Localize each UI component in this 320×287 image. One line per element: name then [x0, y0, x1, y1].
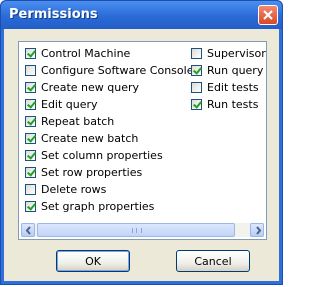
arrow-left-icon — [25, 226, 31, 235]
permission-label: Control Machine — [41, 46, 131, 60]
permissions-dialog: Permissions Control Machine Configure So… — [0, 0, 283, 285]
close-button[interactable] — [258, 5, 278, 25]
permission-item-run-tests[interactable]: Run tests — [191, 96, 258, 112]
checkbox[interactable] — [25, 166, 36, 178]
permission-label: Set graph properties — [41, 199, 155, 213]
title-bar[interactable]: Permissions — [1, 1, 282, 29]
permission-label: Create new query — [41, 80, 140, 94]
grip-icon — [132, 228, 142, 233]
permission-label: Configure Software Console — [41, 63, 194, 77]
permission-item-control-machine[interactable]: Control Machine — [25, 45, 130, 61]
scroll-right-button[interactable] — [250, 223, 264, 237]
permission-label: Create new batch — [41, 131, 139, 145]
checkbox[interactable] — [25, 115, 36, 127]
permission-label: Edit query — [41, 97, 98, 111]
permission-item-set-row-properties[interactable]: Set row properties — [25, 164, 142, 180]
dialog-body: Control Machine Configure Software Conso… — [4, 29, 279, 281]
permission-item-edit-query[interactable]: Edit query — [25, 96, 98, 112]
permission-label: Supervisor — [207, 46, 266, 60]
checkbox[interactable] — [25, 81, 36, 93]
checkbox[interactable] — [25, 149, 36, 161]
permission-label: Run query — [207, 63, 264, 77]
permission-item-set-column-properties[interactable]: Set column properties — [25, 147, 163, 163]
close-icon — [263, 10, 273, 20]
permission-label: Delete rows — [41, 182, 107, 196]
permission-label: Set row properties — [41, 165, 143, 179]
checkbox[interactable] — [25, 98, 36, 110]
permission-label: Run tests — [207, 97, 259, 111]
horizontal-scrollbar[interactable] — [21, 223, 264, 237]
permission-item-repeat-batch[interactable]: Repeat batch — [25, 113, 114, 129]
checkbox[interactable] — [191, 64, 202, 76]
checkbox[interactable] — [25, 132, 36, 144]
permission-item-create-new-batch[interactable]: Create new batch — [25, 130, 138, 146]
checkbox[interactable] — [191, 47, 202, 59]
checkbox[interactable] — [25, 183, 36, 195]
permission-label: Set column properties — [41, 148, 163, 162]
scroll-left-button[interactable] — [21, 223, 35, 237]
permission-item-delete-rows[interactable]: Delete rows — [25, 181, 106, 197]
checkbox[interactable] — [191, 98, 202, 110]
permission-label: Edit tests — [207, 80, 259, 94]
checkbox[interactable] — [25, 47, 36, 59]
checkbox[interactable] — [191, 81, 202, 93]
checkbox[interactable] — [25, 64, 36, 76]
ok-button[interactable]: OK — [56, 250, 130, 272]
checkbox[interactable] — [25, 200, 36, 212]
permission-item-create-new-query[interactable]: Create new query — [25, 79, 139, 95]
arrow-right-icon — [256, 226, 262, 235]
permission-item-run-query[interactable]: Run query — [191, 62, 263, 78]
cancel-button[interactable]: Cancel — [176, 250, 250, 272]
permissions-list: Control Machine Configure Software Conso… — [18, 41, 267, 240]
permission-item-supervisor[interactable]: Supervisor — [191, 45, 266, 61]
permission-item-edit-tests[interactable]: Edit tests — [191, 79, 259, 95]
scrollbar-thumb[interactable] — [37, 223, 235, 237]
permission-item-set-graph-properties[interactable]: Set graph properties — [25, 198, 154, 214]
permission-label: Repeat batch — [41, 114, 115, 128]
dialog-title: Permissions — [9, 7, 98, 22]
permission-item-configure-software-console[interactable]: Configure Software Console — [25, 62, 193, 78]
